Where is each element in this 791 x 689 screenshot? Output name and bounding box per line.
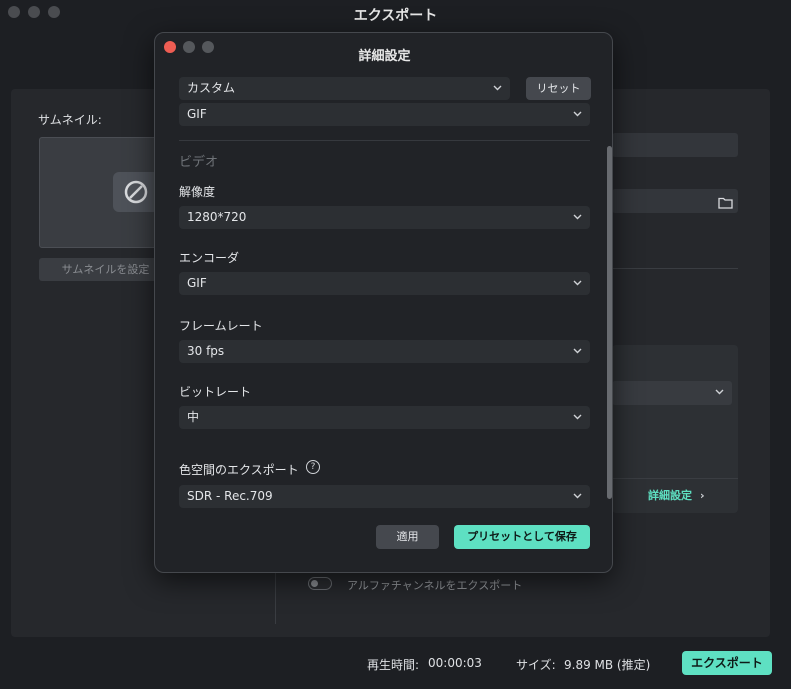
chevron-down-icon [573,493,582,499]
resolution-value: 1280*720 [187,210,247,224]
chevron-down-icon [715,389,724,395]
chevron-down-icon [573,280,582,286]
format-select-value: GIF [187,107,207,121]
dialog-scrollbar[interactable] [607,146,612,499]
reset-button[interactable]: リセット [526,77,591,100]
window-title: エクスポート [353,8,438,24]
alpha-channel-toggle[interactable] [308,577,332,590]
chevron-down-icon [493,85,502,91]
apply-button[interactable]: 適用 [376,525,439,549]
export-button[interactable]: エクスポート [682,651,772,675]
preset-select-value: カスタム [187,81,236,95]
encoder-label: エンコーダ [179,251,240,265]
resolution-select[interactable]: 1280*720 [179,206,590,229]
divider [275,570,276,624]
framerate-value: 30 fps [187,344,225,358]
framerate-label: フレームレート [179,319,263,333]
bitrate-label: ビットレート [179,385,252,399]
thumbnail-label: サムネイル: [38,113,102,127]
advanced-settings-dialog: 詳細設定 カスタム リセット GIF ビデオ 解像度 1280*720 エンコー… [154,32,613,573]
help-icon[interactable]: ? [306,460,320,474]
colorspace-value: SDR - Rec.709 [187,489,273,503]
dialog-title: 詳細設定 [358,49,411,64]
colorspace-label: 色空間のエクスポート [179,463,299,477]
quality-select[interactable] [612,381,732,405]
chevron-down-icon [573,214,582,220]
chevron-down-icon [573,348,582,354]
chevron-down-icon [573,111,582,117]
encoder-value: GIF [187,276,207,290]
preset-select[interactable]: カスタム [179,77,510,100]
duration-label: 再生時間: [367,658,420,672]
thumbnail-preview [39,137,172,248]
folder-icon[interactable] [718,194,733,213]
duration-value: 00:00:03 [428,656,482,670]
advanced-settings-link[interactable]: 詳細設定 › [648,487,705,503]
chevron-right-icon: › [700,489,705,502]
encoder-select[interactable]: GIF [179,272,590,295]
advanced-settings-label: 詳細設定 [648,489,692,502]
divider [179,140,590,141]
no-entry-icon [113,172,159,212]
divider [612,268,738,269]
divider [612,478,738,479]
bitrate-select[interactable]: 中 [179,406,590,429]
save-as-preset-button[interactable]: プリセットとして保存 [454,525,590,549]
framerate-select[interactable]: 30 fps [179,340,590,363]
bitrate-value: 中 [187,410,200,424]
set-thumbnail-button[interactable]: サムネイルを設定 [39,258,172,281]
filename-field[interactable] [612,133,738,157]
format-select[interactable]: GIF [179,103,590,126]
alpha-channel-label: アルファチャンネルをエクスポート [347,579,523,592]
chevron-down-icon [573,414,582,420]
size-value: 9.89 MB (推定) [564,658,651,672]
size-label: サイズ: [516,658,556,672]
video-section-heading: ビデオ [179,155,219,170]
colorspace-select[interactable]: SDR - Rec.709 [179,485,590,508]
resolution-label: 解像度 [179,185,216,199]
